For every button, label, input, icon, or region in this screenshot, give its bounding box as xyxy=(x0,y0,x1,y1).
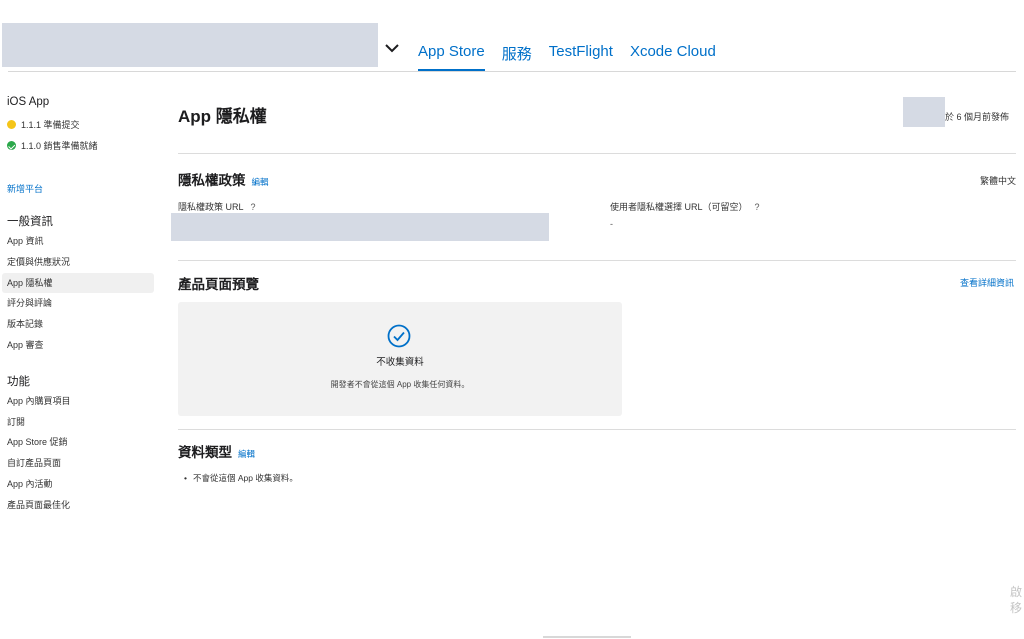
check-circle-icon xyxy=(387,324,411,348)
sidebar-version-1-1-0[interactable]: 1.1.0 銷售準備就緒 xyxy=(0,135,160,156)
platform-title: iOS App xyxy=(7,96,50,108)
section-title-privacy-policy: 隱私權政策 編輯 xyxy=(178,169,269,189)
sidebar-item-version-history[interactable]: 版本記錄 xyxy=(0,314,160,335)
preview-card: 不收集資料 開發者不會從這個 App 收集任何資料。 xyxy=(178,302,622,416)
add-platform-link[interactable]: 新增平台 xyxy=(0,182,160,196)
view-details-link[interactable]: 查看詳細資訊 xyxy=(960,276,1014,289)
language-selector[interactable]: 繁體中文 xyxy=(980,174,1016,187)
bottom-indicator xyxy=(543,636,631,638)
sidebar-item-pricing[interactable]: 定價與供應狀況 xyxy=(0,252,160,273)
chevron-down-icon[interactable] xyxy=(384,41,400,55)
list-item: 不會從這個 App 收集資料。 xyxy=(184,472,298,484)
tab-services[interactable]: 服務 xyxy=(502,43,532,71)
section-title-text: 資料類型 xyxy=(178,445,232,460)
privacy-policy-url-label: 隱私權政策 URL ? xyxy=(178,200,256,213)
sidebar-section-general: 一般資訊 xyxy=(7,216,53,228)
tab-app-store[interactable]: App Store xyxy=(418,43,485,71)
user-choices-url-label: 使用者隱私權選擇 URL（可留空） ? xyxy=(610,200,760,213)
status-pending-icon xyxy=(7,120,16,129)
sidebar-item-app-privacy[interactable]: App 隱私權 xyxy=(2,272,154,294)
corner-text: 啟 xyxy=(1010,585,1023,599)
redacted-privacy-url xyxy=(171,213,549,241)
label-text: 隱私權政策 URL xyxy=(178,202,244,212)
help-icon[interactable]: ? xyxy=(755,202,760,212)
tab-xcode-cloud[interactable]: Xcode Cloud xyxy=(630,43,716,71)
label-text: 使用者隱私權選擇 URL（可留空） xyxy=(610,202,748,212)
sidebar-item-app-review[interactable]: App 審查 xyxy=(0,335,160,356)
divider xyxy=(178,260,1016,261)
redacted-app-name xyxy=(2,23,378,67)
sidebar-item-ratings[interactable]: 評分與評論 xyxy=(0,293,160,314)
section-title-preview: 產品頁面預覽 xyxy=(178,277,259,292)
sidebar-item-subscriptions[interactable]: 訂閱 xyxy=(0,412,160,433)
header-divider xyxy=(8,71,1016,72)
divider xyxy=(178,153,1016,154)
sidebar-section-features: 功能 xyxy=(7,375,30,388)
edit-privacy-policy-link[interactable]: 編輯 xyxy=(252,177,269,187)
user-choices-url-value: - xyxy=(610,219,613,229)
sidebar-item-in-app-purchases[interactable]: App 內購買項目 xyxy=(0,391,160,412)
status-ready-icon xyxy=(7,141,16,150)
help-icon[interactable]: ? xyxy=(251,202,256,212)
section-title-text: 隱私權政策 xyxy=(178,173,246,188)
edit-data-types-link[interactable]: 編輯 xyxy=(238,449,255,459)
sidebar-item-promotions[interactable]: App Store 促銷 xyxy=(0,432,160,453)
page-title: App 隱私權 xyxy=(178,107,267,126)
card-title: 不收集資料 xyxy=(376,357,424,368)
card-subtitle: 開發者不會從這個 App 收集任何資料。 xyxy=(330,380,470,389)
divider xyxy=(178,429,1016,430)
corner-text: 移 xyxy=(1010,601,1023,615)
sidebar-item-page-optimization[interactable]: 產品頁面最佳化 xyxy=(0,495,160,516)
section-title-data-types: 資料類型 編輯 xyxy=(178,441,255,461)
sidebar: iOS App 1.1.1 準備提交 1.1.0 銷售準備就緒 新增平台 一般資… xyxy=(0,94,160,516)
sidebar-item-in-app-events[interactable]: App 內活動 xyxy=(0,474,160,495)
sidebar-item-custom-pages[interactable]: 自訂產品頁面 xyxy=(0,453,160,474)
published-status: 於 6 個月前發佈 xyxy=(945,112,1010,122)
version-label: 1.1.0 銷售準備就緒 xyxy=(21,141,98,151)
sidebar-item-app-info[interactable]: App 資訊 xyxy=(0,231,160,252)
redacted-publisher xyxy=(903,97,945,127)
tab-testflight[interactable]: TestFlight xyxy=(549,43,613,71)
version-label: 1.1.1 準備提交 xyxy=(21,120,80,130)
top-tabs: App Store 服務 TestFlight Xcode Cloud xyxy=(418,43,733,71)
sidebar-version-1-1-1[interactable]: 1.1.1 準備提交 xyxy=(0,114,160,135)
